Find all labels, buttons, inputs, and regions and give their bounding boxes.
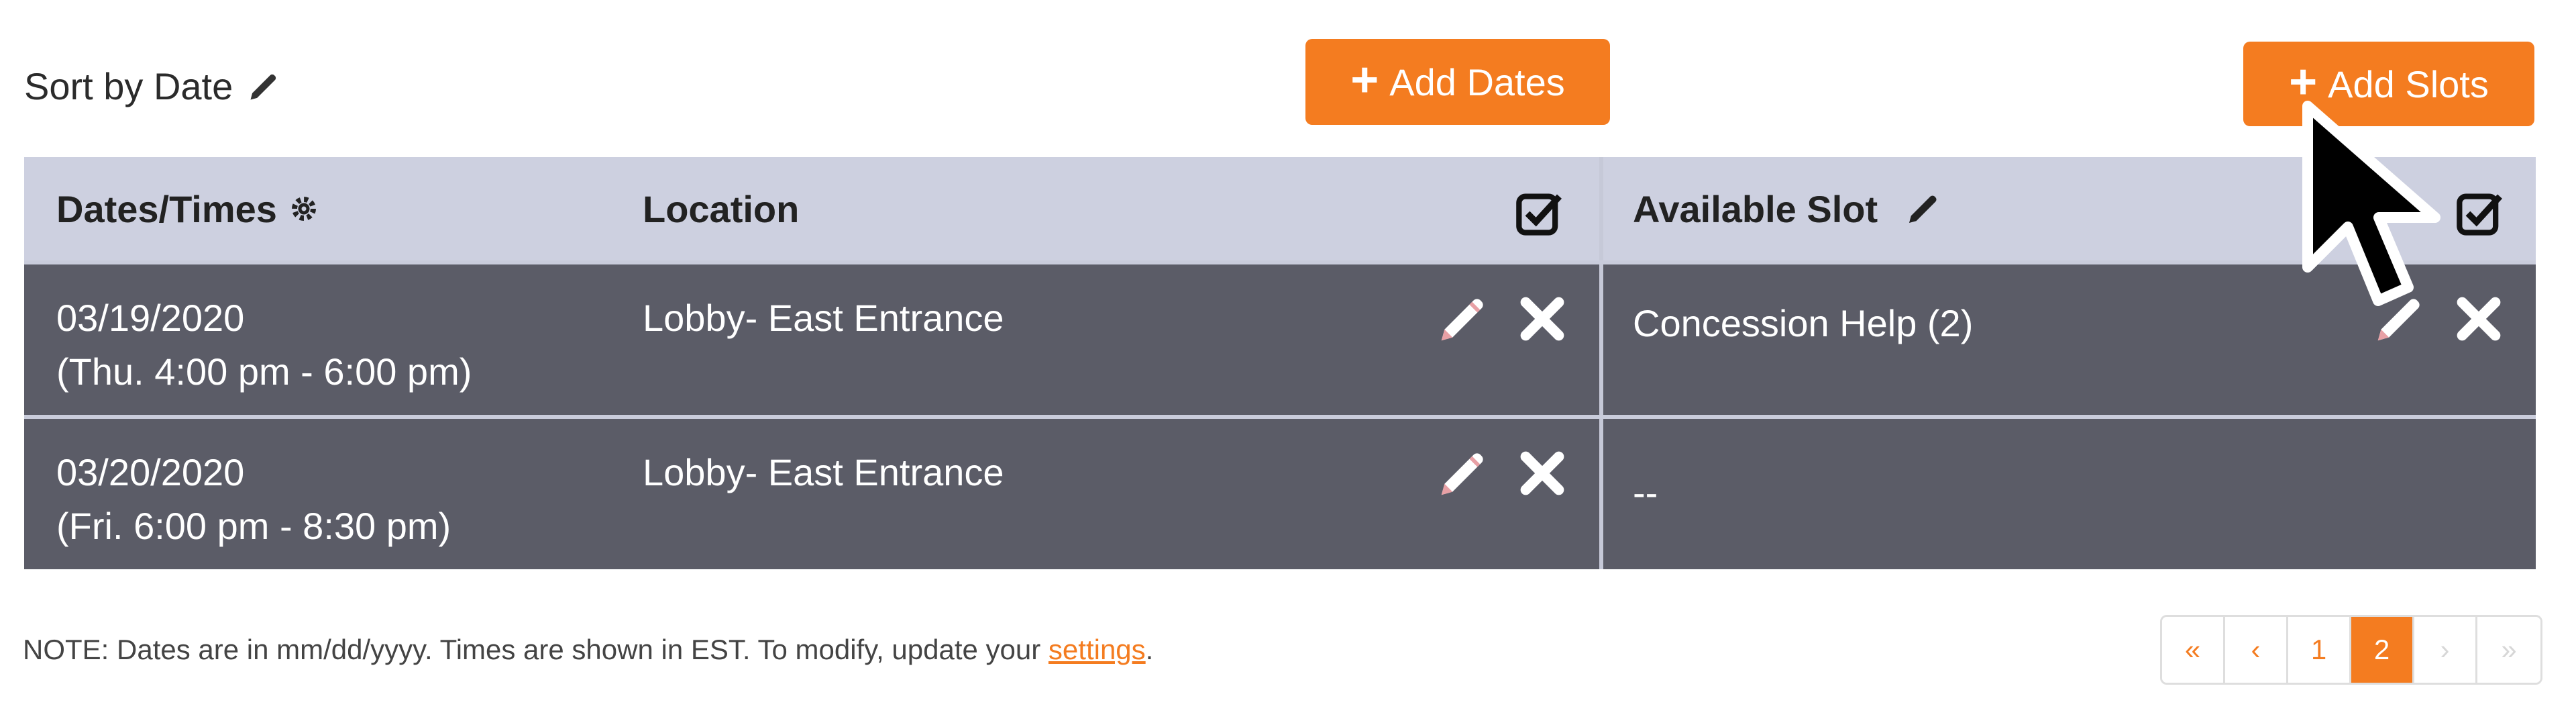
row-slot: Concession Help (2) <box>1633 302 1974 344</box>
header-dates-label: Dates/Times <box>56 187 277 230</box>
page-prev[interactable]: ‹ <box>2225 617 2288 683</box>
schedule-table: Dates/Times Location Available Slot 03/1… <box>24 157 2536 569</box>
cell-slot: -- <box>1603 419 2536 569</box>
header-dates: Dates/Times <box>24 157 628 260</box>
cursor-icon <box>2302 101 2440 306</box>
table-header: Dates/Times Location Available Slot <box>24 157 2536 260</box>
plus-icon: + <box>1350 53 1379 107</box>
page-last[interactable]: » <box>2477 617 2540 683</box>
checkbox-icon[interactable] <box>1515 188 1566 239</box>
page-first[interactable]: « <box>2162 617 2225 683</box>
close-icon[interactable] <box>1517 448 1567 498</box>
row-time: (Thu. 4:00 pm - 6:00 pm) <box>56 350 472 393</box>
page-2[interactable]: 2 <box>2351 617 2414 683</box>
sort-label: Sort by Date <box>24 65 233 107</box>
note-suffix: . <box>1145 634 1154 665</box>
row-time: (Fri. 6:00 pm - 8:30 pm) <box>56 505 451 547</box>
pagination: « ‹ 1 2 › » <box>2160 615 2542 685</box>
note-text: NOTE: Dates are in mm/dd/yyyy. Times are… <box>23 634 1049 665</box>
pencil-icon[interactable] <box>1434 444 1492 502</box>
pencil-icon[interactable] <box>1904 190 1942 228</box>
header-slot-label: Available Slot <box>1633 187 1878 230</box>
page-next[interactable]: › <box>2414 617 2477 683</box>
table-row: 03/20/2020 (Fri. 6:00 pm - 8:30 pm) Lobb… <box>24 415 2536 569</box>
pencil-icon[interactable] <box>246 69 281 104</box>
page-1[interactable]: 1 <box>2288 617 2351 683</box>
row-location: Lobby- East Entrance <box>643 297 1004 339</box>
row-date: 03/19/2020 <box>56 297 245 339</box>
header-location: Location <box>628 157 1603 260</box>
cell-date-time: 03/20/2020 (Fri. 6:00 pm - 8:30 pm) <box>24 419 628 569</box>
add-dates-button[interactable]: + Add Dates <box>1305 39 1610 125</box>
settings-link[interactable]: settings <box>1049 634 1146 665</box>
add-dates-label: Add Dates <box>1389 60 1565 103</box>
cell-location: Lobby- East Entrance <box>628 419 1603 569</box>
close-icon[interactable] <box>1517 294 1567 344</box>
sort-by-date[interactable]: Sort by Date <box>24 64 281 108</box>
row-date: 03/20/2020 <box>56 451 245 493</box>
table-row: 03/19/2020 (Thu. 4:00 pm - 6:00 pm) Lobb… <box>24 260 2536 415</box>
row-location: Lobby- East Entrance <box>643 451 1004 493</box>
pencil-icon[interactable] <box>1434 290 1492 348</box>
gear-icon[interactable] <box>288 193 320 225</box>
cell-date-time: 03/19/2020 (Thu. 4:00 pm - 6:00 pm) <box>24 264 628 415</box>
cell-location: Lobby- East Entrance <box>628 264 1603 415</box>
header-location-label: Location <box>643 187 800 230</box>
footer-note: NOTE: Dates are in mm/dd/yyyy. Times are… <box>23 634 1153 666</box>
row-slot: -- <box>1633 471 1658 514</box>
